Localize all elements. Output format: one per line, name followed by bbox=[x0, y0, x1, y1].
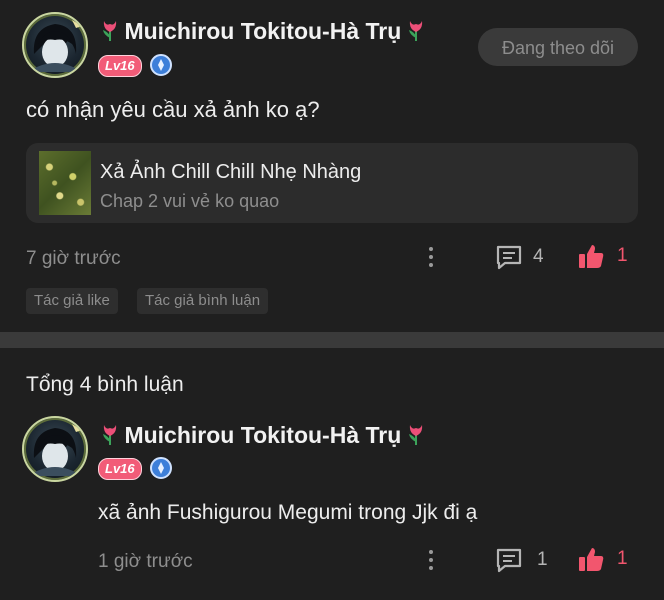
tag-author-like: Tác giả like bbox=[26, 288, 118, 314]
like-count: 1 bbox=[617, 245, 628, 266]
manga-thumbnail bbox=[39, 151, 91, 215]
comment-count: 4 bbox=[533, 246, 544, 267]
follow-button[interactable]: Đang theo dõi bbox=[478, 28, 638, 66]
more-icon[interactable] bbox=[428, 550, 434, 570]
like-icon bbox=[579, 548, 604, 571]
author-name[interactable]: Muichirou Tokitou-Hà Trụ bbox=[124, 18, 401, 44]
comment-like-button[interactable]: 1 bbox=[577, 545, 628, 573]
reply-count: 1 bbox=[537, 549, 548, 570]
tulip-icon bbox=[103, 425, 117, 445]
comment-count-button[interactable]: 4 bbox=[495, 244, 544, 270]
linked-manga-card[interactable]: Xả Ảnh Chill Chill Nhẹ Nhàng Chap 2 vui … bbox=[26, 143, 638, 223]
author-avatar[interactable] bbox=[22, 12, 88, 78]
tag-author-comment: Tác giả bình luận bbox=[137, 288, 269, 314]
section-divider bbox=[0, 332, 664, 348]
tulip-icon bbox=[408, 425, 422, 445]
tulip-icon bbox=[408, 21, 422, 41]
like-icon bbox=[579, 245, 604, 268]
verify-icon bbox=[150, 457, 172, 479]
like-button[interactable]: 1 bbox=[577, 242, 628, 270]
level-badge: Lv16 bbox=[98, 55, 142, 77]
post-text: có nhận yêu cầu xả ảnh ko ạ? bbox=[26, 97, 320, 122]
commenter-avatar[interactable] bbox=[22, 416, 88, 482]
commenter-level-badge: Lv16 bbox=[98, 458, 142, 480]
reply-button[interactable]: 1 bbox=[495, 547, 548, 573]
commenter-name[interactable]: Muichirou Tokitou-Hà Trụ bbox=[124, 422, 401, 448]
verify-icon bbox=[150, 54, 172, 76]
comments-total: Tổng 4 bình luận bbox=[26, 373, 184, 396]
author-name-row: Muichirou Tokitou-Hà Trụ bbox=[100, 18, 426, 45]
comment-time: 1 giờ trước bbox=[98, 551, 193, 572]
tulip-icon bbox=[103, 21, 117, 41]
manga-title: Xả Ảnh Chill Chill Nhẹ Nhàng bbox=[100, 161, 362, 183]
more-icon[interactable] bbox=[428, 247, 434, 267]
comment-like-count: 1 bbox=[617, 548, 628, 569]
commenter-name-row: Muichirou Tokitou-Hà Trụ bbox=[100, 422, 426, 449]
post-time: 7 giờ trước bbox=[26, 248, 121, 269]
comment-icon bbox=[496, 548, 522, 573]
manga-subtitle: Chap 2 vui vẻ ko quao bbox=[100, 191, 280, 211]
comment-icon bbox=[496, 245, 522, 270]
comment-text: xã ảnh Fushigurou Megumi trong Jjk đi ạ bbox=[98, 501, 478, 524]
